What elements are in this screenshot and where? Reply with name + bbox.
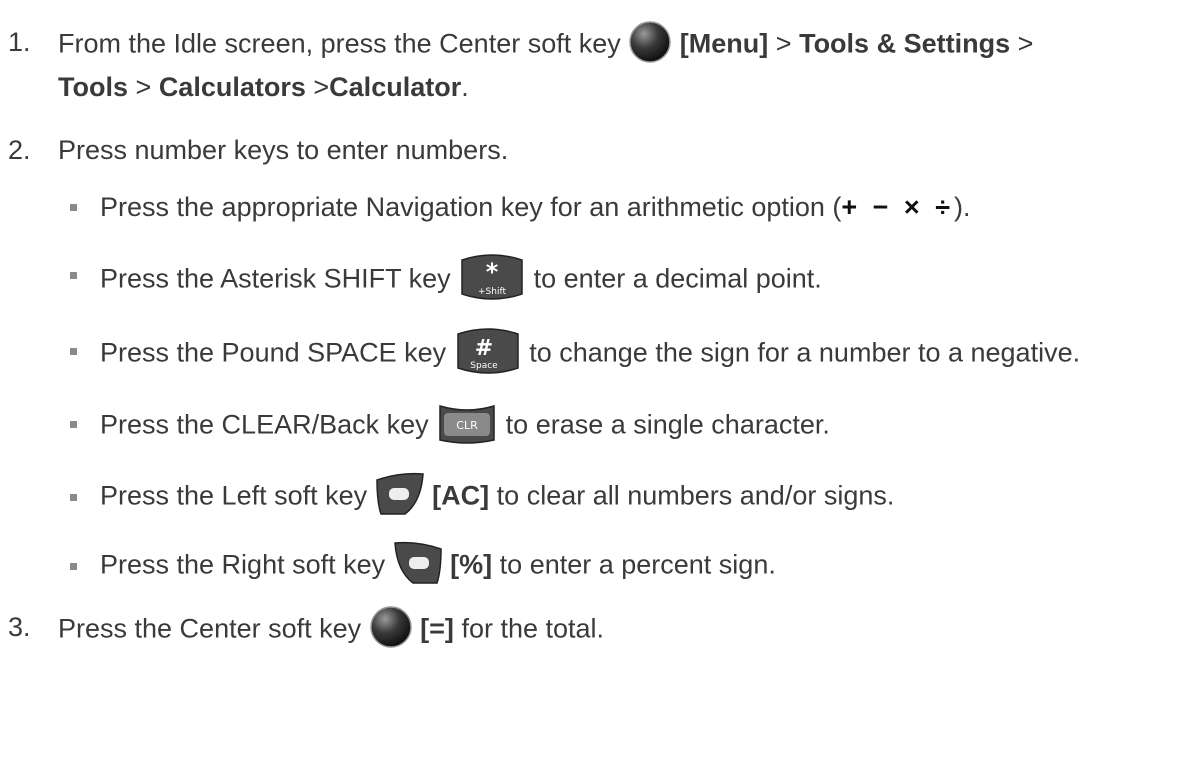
- left-soft-key-icon: [375, 472, 425, 523]
- sub-text-end: ).: [954, 192, 971, 222]
- sub-text-end: to erase a single character.: [505, 409, 830, 440]
- step-1-lead: From the Idle screen, press the Center s…: [58, 28, 621, 59]
- calculator-label: Calculator: [329, 72, 462, 102]
- asterisk-shift-key-icon: * +Shift: [458, 252, 526, 309]
- sub-item-arithmetic: Press the appropriate Navigation key for…: [100, 192, 971, 223]
- sep: >: [313, 72, 330, 102]
- tools-label: Tools: [58, 72, 128, 102]
- pound-key-sub: Space: [470, 361, 498, 371]
- equals-label: [=]: [420, 613, 454, 644]
- sub-item-clear: Press the CLEAR/Back key CLR to erase a …: [100, 400, 830, 453]
- sub-text: Press the Asterisk SHIFT key: [100, 263, 451, 294]
- sub-item-left-soft: Press the Left soft key [AC] to clear al…: [100, 472, 894, 523]
- percent-label: [%]: [450, 549, 493, 580]
- sub-text: Press the Left soft key: [100, 480, 368, 511]
- step-2-number: 2.: [8, 135, 31, 165]
- bullet: [70, 348, 77, 355]
- sub-text: Press the Pound SPACE key: [100, 337, 447, 368]
- right-soft-key-icon: [393, 541, 443, 592]
- asterisk-key-glyph: *: [486, 258, 499, 286]
- tools-settings-label: Tools & Settings: [799, 28, 1011, 59]
- sub-text-end: to enter a percent sign.: [499, 549, 776, 580]
- center-soft-key-icon: [628, 20, 672, 71]
- sub-text: Press the Right soft key: [100, 549, 386, 580]
- step-1-text-cont: Tools > Calculators >Calculator.: [58, 72, 469, 103]
- clear-back-key-icon: CLR: [436, 400, 498, 453]
- operators-label: + − × ÷: [841, 192, 955, 222]
- asterisk-key-sub: +Shift: [478, 287, 506, 297]
- clr-key-glyph: CLR: [456, 419, 478, 432]
- sub-item-asterisk: Press the Asterisk SHIFT key * +Shift to…: [100, 252, 822, 309]
- pound-key-glyph: #: [474, 336, 492, 361]
- step-3-number: 3.: [8, 612, 31, 642]
- pound-space-key-icon: # Space: [454, 326, 522, 383]
- step-1-number: 1.: [8, 27, 31, 57]
- bullet: [70, 272, 77, 279]
- bullet: [70, 494, 77, 501]
- step-3-lead: Press the Center soft key: [58, 613, 362, 644]
- step-3-tail: for the total.: [461, 613, 605, 644]
- sub-text-end: to change the sign for a number to a neg…: [529, 337, 1081, 368]
- sub-item-pound: Press the Pound SPACE key # Space to cha…: [100, 326, 1080, 383]
- sep: >: [135, 72, 152, 102]
- sep: >: [775, 28, 792, 59]
- sub-text: Press the CLEAR/Back key: [100, 409, 429, 440]
- bullet: [70, 563, 77, 570]
- ac-label: [AC]: [432, 480, 490, 511]
- sub-text-end: to enter a decimal point.: [533, 263, 822, 294]
- sub-text-end: to clear all numbers and/or signs.: [496, 480, 895, 511]
- period: .: [461, 72, 469, 102]
- sep: >: [1017, 28, 1034, 59]
- calculators-label: Calculators: [158, 72, 306, 102]
- sub-text: Press the appropriate Navigation key for…: [100, 192, 842, 222]
- menu-label: [Menu]: [679, 28, 769, 59]
- center-soft-key-icon: [369, 605, 413, 656]
- bullet: [70, 204, 77, 211]
- sub-item-right-soft: Press the Right soft key [%] to enter a …: [100, 541, 776, 592]
- step-3-text: Press the Center soft key [=] for the to…: [58, 605, 604, 656]
- step-1-text: From the Idle screen, press the Center s…: [58, 20, 1033, 71]
- step-2-text: Press number keys to enter numbers.: [58, 135, 509, 165]
- bullet: [70, 421, 77, 428]
